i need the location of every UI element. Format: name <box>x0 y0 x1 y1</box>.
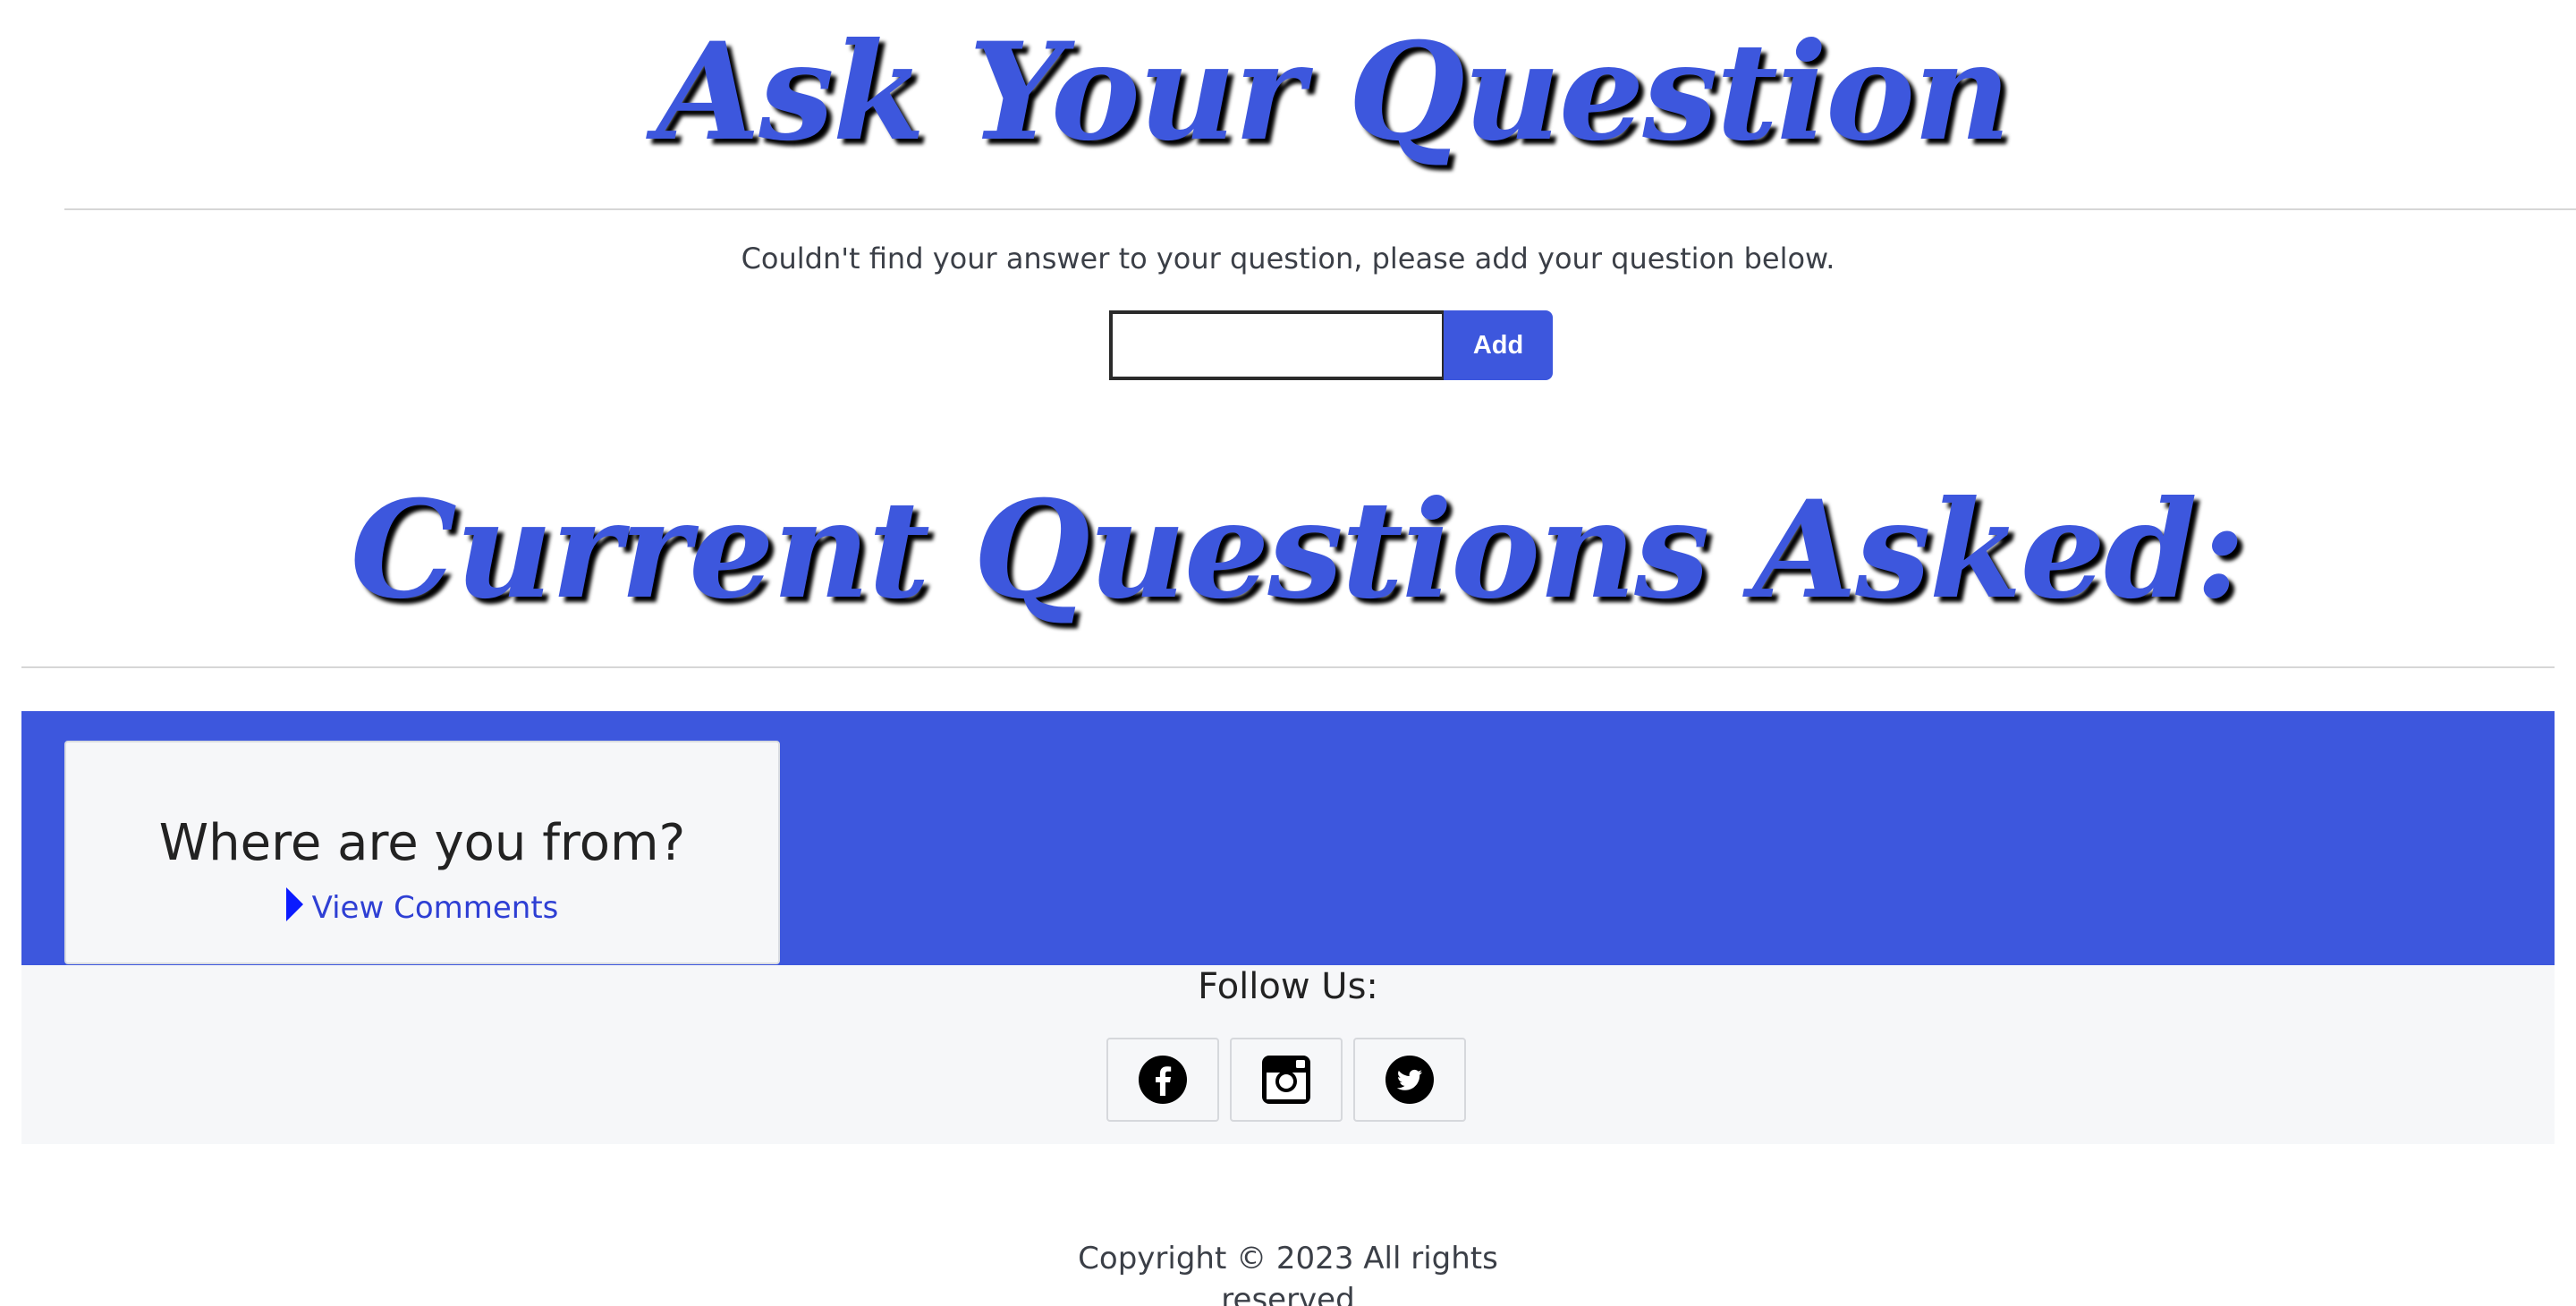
question-input[interactable] <box>1109 310 1444 380</box>
instagram-button[interactable] <box>1230 1038 1343 1122</box>
view-comments-link[interactable]: View Comments <box>312 890 559 926</box>
questions-section-title: Current Questions Asked: <box>350 471 2246 629</box>
facebook-button[interactable] <box>1106 1038 1219 1122</box>
copyright-line-1: Copyright © 2023 All rights <box>1078 1241 1498 1276</box>
instagram-icon <box>1262 1056 1310 1104</box>
page: Ask Your Question Couldn't find your ans… <box>0 0 2576 1306</box>
follow-us-heading: Follow Us: <box>1198 966 1378 1007</box>
divider <box>64 208 2576 210</box>
facebook-icon <box>1139 1056 1187 1104</box>
twitter-icon <box>1385 1056 1434 1104</box>
twitter-button[interactable] <box>1353 1038 1466 1122</box>
copyright-line-2: reserved <box>1221 1282 1355 1306</box>
instruction-text: Couldn't find your answer to your questi… <box>741 242 1835 276</box>
comments-toggle[interactable]: View Comments <box>66 887 778 926</box>
divider <box>21 666 2555 668</box>
add-button[interactable]: Add <box>1444 310 1553 380</box>
question-text: Where are you from? <box>158 814 686 872</box>
question-card: Where are you from? View Comments <box>64 741 780 964</box>
copyright: Copyright © 2023 All rights reserved <box>0 1238 2576 1306</box>
ask-question-form: Add <box>1109 310 1553 380</box>
page-title: Ask Your Question <box>656 13 2011 171</box>
caret-right-icon[interactable] <box>285 887 303 921</box>
social-links <box>1106 1038 1466 1122</box>
